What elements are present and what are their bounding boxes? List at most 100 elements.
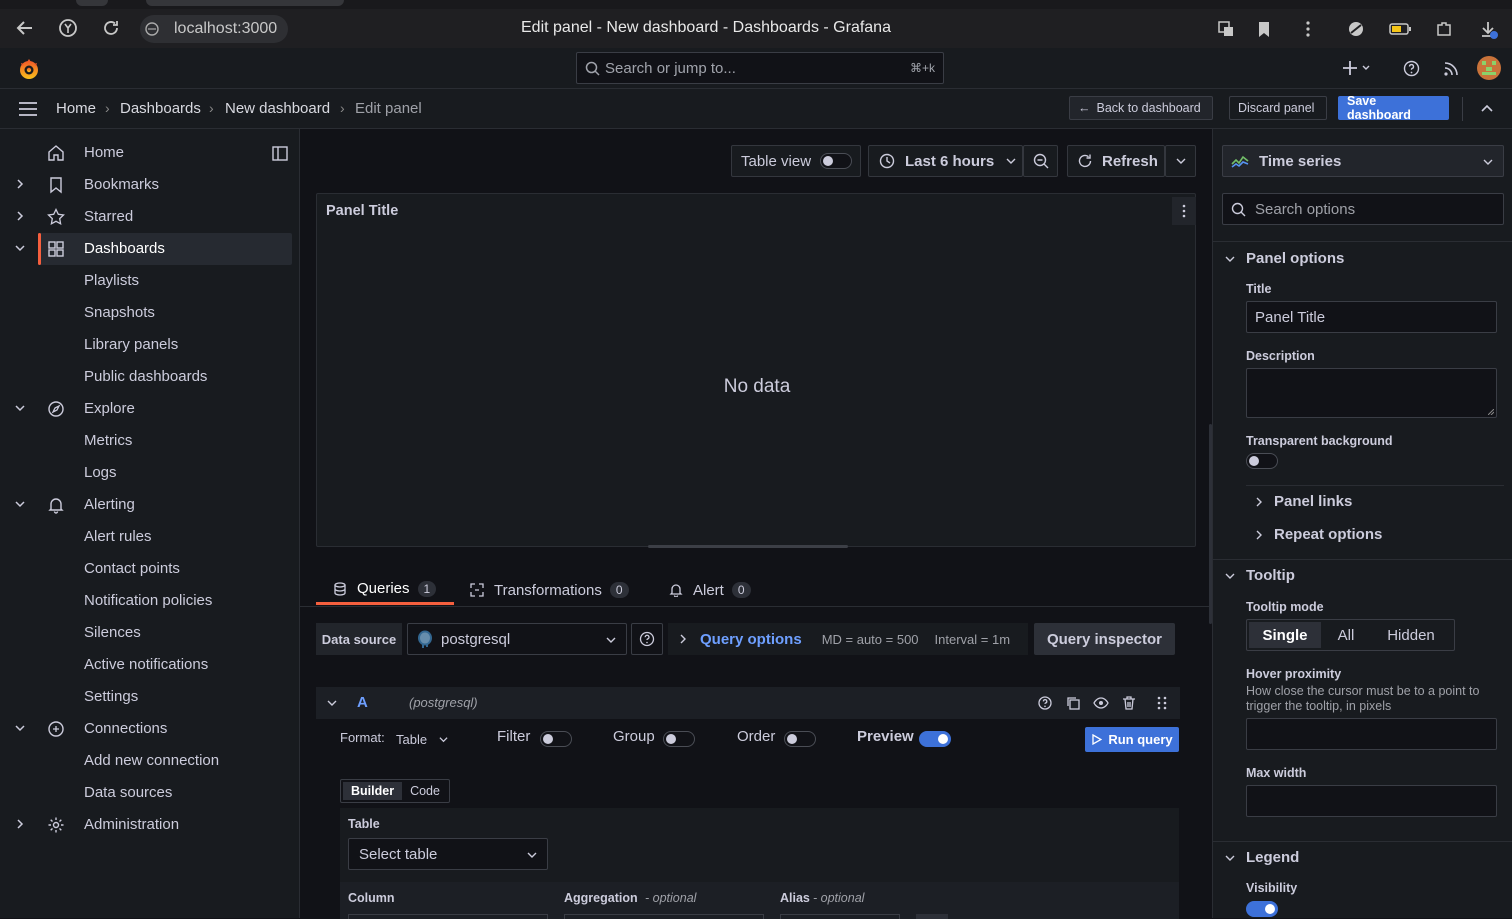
chevron-down-icon[interactable] — [1224, 570, 1236, 582]
tab-transformations[interactable]: Transformations 0 — [470, 575, 629, 605]
query-ref-id[interactable]: A — [357, 694, 368, 711]
news-rss-icon[interactable] — [1443, 60, 1460, 77]
extensions-puzzle-icon[interactable] — [1434, 19, 1454, 39]
kebab-menu-icon[interactable] — [1298, 19, 1318, 39]
back-to-dashboard-button[interactable]: ← Back to dashboard — [1069, 96, 1213, 120]
table-select[interactable]: Select table — [348, 838, 548, 870]
tooltip-mode-all[interactable]: All — [1321, 622, 1371, 648]
zoom-out-button[interactable] — [1023, 145, 1058, 177]
drag-handle-icon[interactable] — [1156, 695, 1168, 711]
query-inspector-button[interactable]: Query inspector — [1034, 623, 1175, 655]
alias-select[interactable] — [780, 914, 900, 919]
duplicate-icon[interactable] — [1065, 695, 1081, 711]
discard-panel-button[interactable]: Discard panel — [1229, 96, 1327, 120]
sidebar-item-settings[interactable]: Settings — [0, 681, 300, 713]
breadcrumb-new-dashboard[interactable]: New dashboard — [225, 100, 330, 117]
tooltip-mode-hidden[interactable]: Hidden — [1371, 622, 1451, 648]
sidebar-item-library-panels[interactable]: Library panels — [0, 329, 300, 361]
chevron-right-icon[interactable] — [14, 178, 26, 190]
grafana-logo-icon[interactable] — [16, 56, 42, 82]
max-width-input[interactable] — [1246, 785, 1497, 817]
legend-header[interactable]: Legend — [1246, 849, 1299, 866]
sidebar-item-logs[interactable]: Logs — [0, 457, 300, 489]
sidebar-item-connections[interactable]: Connections — [0, 713, 300, 745]
time-range-picker[interactable]: Last 6 hours — [868, 145, 1023, 177]
filter-switch[interactable] — [540, 731, 572, 747]
chevron-down-icon[interactable] — [14, 242, 26, 254]
eye-icon[interactable] — [1093, 695, 1109, 711]
chevron-down-icon[interactable] — [14, 402, 26, 414]
chevron-down-icon[interactable] — [1224, 852, 1236, 864]
legend-visibility-switch[interactable] — [1246, 901, 1278, 917]
browser-tab[interactable] — [146, 0, 344, 6]
chevron-right-icon[interactable] — [14, 818, 26, 830]
sidebar-item-home[interactable]: Home — [0, 137, 300, 169]
chevron-down-icon[interactable] — [14, 498, 26, 510]
sidebar-item-administration[interactable]: Administration — [0, 809, 300, 841]
chevron-right-icon[interactable] — [1253, 496, 1265, 508]
save-dashboard-button[interactable]: Save dashboard — [1338, 94, 1449, 122]
resize-grip-icon[interactable] — [1488, 409, 1494, 415]
chevron-right-icon[interactable] — [14, 210, 26, 222]
data-source-picker[interactable]: postgresql — [407, 623, 627, 655]
query-options-bar[interactable]: Query options MD = auto = 500 Interval =… — [668, 623, 1028, 655]
column-select[interactable] — [348, 914, 548, 919]
bookmark-star-icon[interactable] — [1254, 19, 1274, 39]
trash-icon[interactable] — [1121, 695, 1137, 711]
visualization-picker[interactable]: Time series — [1222, 145, 1504, 177]
sidebar-item-notification-policies[interactable]: Notification policies — [0, 585, 300, 617]
description-textarea[interactable] — [1246, 368, 1497, 418]
hover-proximity-input[interactable] — [1246, 718, 1497, 750]
sidebar-item-alert-rules[interactable]: Alert rules — [0, 521, 300, 553]
collapse-chevron-up-icon[interactable] — [1480, 102, 1494, 116]
sidebar-item-starred[interactable]: Starred — [0, 201, 300, 233]
data-source-help-button[interactable] — [631, 623, 663, 655]
refresh-button[interactable]: Refresh — [1067, 145, 1165, 177]
code-mode-button[interactable]: Code — [402, 782, 448, 800]
chevron-down-icon[interactable] — [14, 722, 26, 734]
order-switch[interactable] — [784, 731, 816, 747]
table-view-switch[interactable] — [820, 153, 852, 169]
breadcrumb-dashboards[interactable]: Dashboards — [120, 100, 201, 117]
sidebar-item-bookmarks[interactable]: Bookmarks — [0, 169, 300, 201]
format-select[interactable]: Table — [396, 728, 456, 750]
panel-links-header[interactable]: Panel links — [1274, 493, 1352, 510]
sidebar-item-silences[interactable]: Silences — [0, 617, 300, 649]
search-options-input[interactable]: Search options — [1222, 193, 1504, 225]
aggregation-select[interactable] — [564, 914, 764, 919]
remove-column-button[interactable] — [916, 914, 948, 919]
browser-tab[interactable] — [76, 0, 108, 6]
query-options-link[interactable]: Query options — [700, 631, 802, 648]
downloads-icon[interactable] — [1478, 19, 1498, 39]
repeat-options-header[interactable]: Repeat options — [1274, 526, 1382, 543]
new-plus-icon[interactable] — [1342, 59, 1372, 77]
breadcrumb-home[interactable]: Home — [56, 100, 96, 117]
menu-hamburger-icon[interactable] — [18, 101, 38, 117]
sidebar-item-snapshots[interactable]: Snapshots — [0, 297, 300, 329]
title-input[interactable]: Panel Title — [1246, 301, 1497, 333]
builder-mode-button[interactable]: Builder — [343, 782, 403, 800]
sidebar-item-active-notifications[interactable]: Active notifications — [0, 649, 300, 681]
help-icon[interactable] — [1403, 60, 1420, 77]
tooltip-mode-single[interactable]: Single — [1249, 622, 1321, 648]
sidebar-item-explore[interactable]: Explore — [0, 393, 300, 425]
table-view-toggle[interactable]: Table view — [731, 145, 861, 177]
preview-switch[interactable] — [919, 731, 951, 747]
tooltip-header[interactable]: Tooltip — [1246, 567, 1295, 584]
transparent-background-switch[interactable] — [1246, 453, 1278, 469]
sidebar-item-add-new-connection[interactable]: Add new connection — [0, 745, 300, 777]
tab-alert[interactable]: Alert 0 — [669, 575, 751, 605]
sidebar-item-public-dashboards[interactable]: Public dashboards — [0, 361, 300, 393]
panel-options-header[interactable]: Panel options — [1246, 250, 1344, 267]
chevron-down-icon[interactable] — [1224, 253, 1236, 265]
chevron-right-icon[interactable] — [1253, 529, 1265, 541]
sidebar-item-metrics[interactable]: Metrics — [0, 425, 300, 457]
avatar[interactable] — [1477, 56, 1501, 80]
run-query-button[interactable]: Run query — [1085, 727, 1179, 752]
sidebar-item-dashboards[interactable]: Dashboards — [0, 233, 300, 265]
resize-handle[interactable] — [648, 545, 848, 548]
panel-menu-icon[interactable] — [1172, 197, 1196, 225]
sidebar-item-playlists[interactable]: Playlists — [0, 265, 300, 297]
tab-queries[interactable]: Queries 1 — [316, 575, 454, 605]
sidebar-item-data-sources[interactable]: Data sources — [0, 777, 300, 809]
